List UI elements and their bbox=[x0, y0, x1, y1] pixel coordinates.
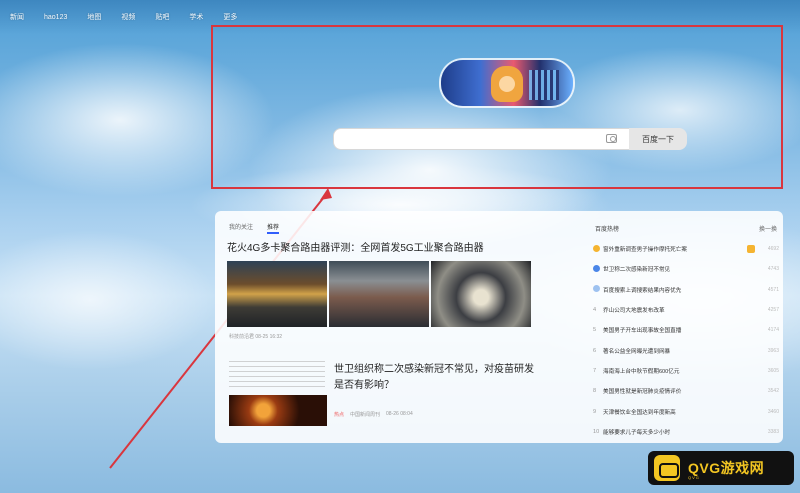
hotlist-item[interactable]: 窗外重新调查男子操作摩托死亡案 4692 bbox=[593, 239, 779, 259]
hotlist-item[interactable]: 百度搜索上调搜索结果内容优先 4571 bbox=[593, 280, 779, 300]
hotlist-item-text: 窗外重新调查男子操作摩托死亡案 bbox=[603, 247, 687, 254]
hotlist-item-text: 天津餐饮业全国达到年度新高 bbox=[603, 409, 676, 416]
hotlist-count: 3460 bbox=[767, 408, 779, 415]
hotlist-item[interactable]: 10 能够要求儿子每天多少小时 3383 bbox=[593, 422, 779, 442]
hotlist-item[interactable]: 9 天津餐饮业全国达到年度新高 3460 bbox=[593, 401, 779, 421]
hotlist-item-text: 美国男性就是新冠肺炎疫情评价 bbox=[603, 389, 682, 396]
tab-following[interactable]: 我的关注 bbox=[229, 222, 253, 234]
article-thumbnail[interactable] bbox=[229, 395, 327, 426]
tab-recommend[interactable]: 推荐 bbox=[267, 222, 280, 234]
site-watermark: QVG游戏网 QVG bbox=[648, 451, 794, 485]
feed-tabs: 我的关注 推荐 bbox=[229, 222, 280, 234]
hotlist-item[interactable]: 4 乔山公司大地震发布改革 4257 bbox=[593, 300, 779, 320]
hotlist-item[interactable]: 世卫称二次感染新冠不常见 4743 bbox=[593, 259, 779, 279]
hotlist-count: 3963 bbox=[767, 347, 779, 354]
hotlist-item[interactable]: 7 海南海上台中秋节假期600亿元 3605 bbox=[593, 361, 779, 381]
hotlist-count: 3542 bbox=[767, 388, 779, 395]
hotlist-count: 3383 bbox=[767, 428, 779, 435]
hotlist-count: 4571 bbox=[767, 286, 779, 293]
hotlist-count: 3605 bbox=[767, 367, 779, 374]
hotlist-item[interactable]: 8 美国男性就是新冠肺炎疫情评价 3542 bbox=[593, 381, 779, 401]
article-photo[interactable] bbox=[227, 261, 327, 327]
hotlist-item-text: 乔山公司大地震发布改革 bbox=[603, 308, 665, 315]
hotlist-item[interactable]: 6 著名公益全网曝光遭到网暴 3963 bbox=[593, 340, 779, 360]
article-title[interactable]: 花火4G多卡聚合路由器评测：全网首发5G工业聚合路由器 bbox=[227, 239, 547, 254]
arrow-head bbox=[320, 188, 332, 200]
article-time: 08-26 08:04 bbox=[386, 411, 413, 417]
hotlist-rank bbox=[593, 285, 603, 294]
hotlist-item-text: 世卫称二次感染新冠不常见 bbox=[603, 267, 671, 274]
gamepad-icon bbox=[654, 455, 680, 481]
rank-dot-icon bbox=[593, 244, 600, 252]
article-photo[interactable] bbox=[431, 261, 531, 327]
hotlist-count: 4692 bbox=[767, 246, 779, 253]
hotlist-rank: 10 bbox=[593, 428, 600, 435]
article-meta: 热点 中国新闻周刊 08-26 08:04 bbox=[334, 411, 413, 418]
hot-badge-icon bbox=[747, 245, 755, 254]
hotlist-rank: 6 bbox=[593, 347, 597, 354]
article-thumbnail-text bbox=[229, 361, 325, 391]
hotlist-item-text: 著名公益全网曝光遭到网暴 bbox=[603, 348, 671, 355]
hotlist-rank: 7 bbox=[593, 367, 597, 374]
hotlist-count: 4743 bbox=[767, 266, 779, 273]
hotlist-count: 4257 bbox=[767, 307, 779, 314]
hotlist-item[interactable]: 5 美国男子开车出现事故全国直播 4174 bbox=[593, 320, 779, 340]
hotlist-rank: 5 bbox=[593, 327, 597, 334]
hotlist-rank bbox=[593, 264, 603, 274]
watermark-subtext: QVG bbox=[688, 475, 700, 480]
hotlist: 窗外重新调查男子操作摩托死亡案 4692 世卫称二次感染新冠不常见 4743 百度搜索上… bbox=[593, 239, 779, 442]
article-photo[interactable] bbox=[329, 261, 429, 327]
article-source[interactable]: 中国新闻周刊 bbox=[350, 411, 380, 418]
rank-dot-icon bbox=[593, 264, 600, 272]
hotlist-rank: 4 bbox=[593, 307, 597, 314]
hotlist-refresh-button[interactable]: 换一换 bbox=[759, 224, 777, 233]
hotlist-rank: 9 bbox=[593, 408, 597, 415]
article-title[interactable]: 世卫组织称二次感染新冠不常见，对疫苗研发是否有影响？ bbox=[334, 362, 534, 394]
feed-panel: 我的关注 推荐 花火4G多卡聚合路由器评测：全网首发5G工业聚合路由器 科技前沿… bbox=[215, 211, 783, 443]
hotlist-count: 4174 bbox=[767, 327, 779, 334]
hotlist-title[interactable]: 百度热榜 bbox=[595, 224, 619, 233]
article-tag: 热点 bbox=[334, 412, 345, 418]
hotlist-item-text: 美国男子开车出现事故全国直播 bbox=[603, 328, 682, 335]
hotlist-rank bbox=[593, 244, 603, 254]
rank-dot-icon bbox=[593, 285, 600, 293]
article-meta: 科技前沿君 08-25 16:32 bbox=[229, 334, 283, 340]
hotlist-item-text: 海南海上台中秋节假期600亿元 bbox=[603, 368, 680, 375]
hotlist-item-text: 百度搜索上调搜索结果内容优先 bbox=[603, 287, 682, 294]
article-photos bbox=[227, 261, 531, 327]
hotlist-item-text: 能够要求儿子每天多少小时 bbox=[603, 429, 671, 436]
hotlist-rank: 8 bbox=[593, 388, 597, 395]
